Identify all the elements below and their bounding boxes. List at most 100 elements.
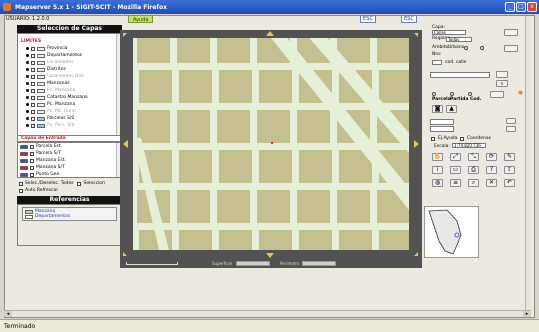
layers-icon[interactable]: ≡	[450, 179, 461, 187]
layer-row[interactable]: Catastro Manzana	[18, 94, 121, 101]
layer-row[interactable]: Parcelas S/S	[18, 115, 121, 122]
pan-icon[interactable]: ✋	[432, 153, 443, 161]
radio-parcela[interactable]	[432, 92, 436, 96]
layer-row[interactable]: Pc. Mz. Rural	[18, 108, 121, 115]
layer-checkbox[interactable]	[31, 102, 35, 107]
help-button[interactable]: Ayuda	[128, 15, 154, 23]
layer-row[interactable]: Pc. Manzana	[18, 87, 121, 94]
scroll-left-icon[interactable]: ◂	[4, 311, 12, 317]
coords-search-button[interactable]	[496, 71, 508, 78]
export-icon[interactable]: ⇪	[504, 166, 515, 174]
pan-sw-arrow[interactable]	[123, 252, 127, 256]
pan-south-arrow[interactable]	[266, 253, 274, 258]
layer-visibility-icon[interactable]	[26, 68, 29, 71]
layer-checkbox[interactable]	[31, 74, 35, 79]
pan-se-arrow[interactable]	[414, 252, 418, 256]
layer-row[interactable]: Provincia	[18, 45, 121, 52]
layer-row[interactable]: Pc. Parc. S/S	[18, 122, 121, 129]
layer-checkbox[interactable]	[31, 53, 35, 58]
layer-row[interactable]: Localidades	[18, 59, 121, 66]
query-icon[interactable]: ⌕	[468, 179, 479, 187]
extra-layer-checkbox[interactable]	[30, 151, 34, 156]
region-select[interactable]: Todas	[446, 37, 472, 42]
scale-select[interactable]: 1:74.820.736	[452, 143, 486, 148]
zoom-orange-icon[interactable]	[518, 90, 523, 95]
ambito-radio-1[interactable]	[464, 46, 468, 50]
select-all-checkbox[interactable]	[19, 181, 23, 186]
zoom-out-icon[interactable]: ⤡	[468, 153, 479, 161]
esc-button-1[interactable]: ESC	[360, 15, 376, 23]
ambito-go-button[interactable]	[504, 45, 518, 52]
coords-input[interactable]	[430, 72, 490, 78]
layer-visibility-icon[interactable]	[26, 47, 29, 50]
map-canvas[interactable]	[133, 38, 409, 250]
identify-icon[interactable]: ?	[486, 166, 497, 174]
extra-layer-row[interactable]: Punto Gen.	[18, 171, 121, 178]
overlap-button[interactable]	[506, 118, 516, 124]
radio-partida[interactable]	[450, 92, 454, 96]
auto-refresh-checkbox[interactable]	[19, 188, 23, 193]
pan-west-arrow[interactable]	[123, 140, 128, 148]
layer-checkbox[interactable]	[31, 81, 35, 86]
minimize-button[interactable]: _	[505, 2, 515, 12]
measure-icon[interactable]: ✎	[504, 153, 515, 161]
layer-color-icon[interactable]: ▲	[446, 105, 457, 113]
ambito-radio-2[interactable]	[480, 46, 484, 50]
zoom-in-icon[interactable]: ⤢	[450, 153, 461, 161]
overlap-checkbox[interactable]	[431, 137, 435, 141]
layer-visibility-icon[interactable]	[26, 75, 29, 78]
layer-row[interactable]: Distritos	[18, 66, 121, 73]
globe-icon[interactable]: ◍	[432, 179, 443, 187]
layer-visibility-icon[interactable]	[26, 110, 29, 113]
maximize-button[interactable]: □	[516, 2, 526, 12]
layer-checkbox[interactable]	[31, 46, 35, 51]
camera-icon[interactable]: ◙	[432, 105, 443, 113]
layer-visibility-icon[interactable]	[26, 54, 29, 57]
info-icon[interactable]: i	[432, 166, 443, 174]
layer-checkbox[interactable]	[31, 60, 35, 65]
layer-visibility-icon[interactable]	[26, 82, 29, 85]
refresh-icon[interactable]: ⟳	[486, 153, 497, 161]
select-icon[interactable]: ▭	[450, 166, 461, 174]
coord-checkbox[interactable]	[460, 137, 464, 141]
layer-select[interactable]: Calles	[432, 30, 466, 35]
print-icon[interactable]: ⎙	[468, 166, 479, 174]
overlap-input-2[interactable]	[430, 126, 454, 132]
layer-checkbox[interactable]	[31, 67, 35, 72]
vertical-scrollbar[interactable]	[525, 16, 531, 310]
radio-cod[interactable]	[468, 92, 472, 96]
extra-layer-row[interactable]: Parcela S/T	[18, 150, 121, 157]
horizontal-scrollbar[interactable]: ◂ ▸	[4, 310, 531, 317]
overlap-button-2[interactable]	[506, 126, 516, 132]
esc-button-2[interactable]: ESC	[401, 15, 417, 23]
layer-checkbox[interactable]	[31, 95, 35, 100]
layer-checkbox[interactable]	[31, 123, 35, 128]
clear-icon[interactable]: ✕	[486, 179, 497, 187]
scroll-right-icon[interactable]: ▸	[523, 311, 531, 317]
overview-map[interactable]	[424, 206, 479, 258]
pan-ne-arrow[interactable]	[414, 33, 418, 37]
pan-east-arrow[interactable]	[414, 140, 419, 148]
extra-layer-checkbox[interactable]	[30, 158, 34, 163]
layer-row[interactable]: Manzanas	[18, 80, 121, 87]
overlap-input[interactable]	[430, 119, 454, 125]
extra-layer-checkbox[interactable]	[30, 172, 34, 177]
apply-checkbox[interactable]	[77, 181, 82, 186]
extra-layer-checkbox[interactable]	[30, 165, 34, 170]
coords-clear-button[interactable]: x	[496, 80, 508, 87]
extra-layer-row[interactable]: Manzana Est.	[18, 157, 121, 164]
layer-visibility-icon[interactable]	[26, 124, 29, 127]
layer-checkbox[interactable]	[31, 116, 35, 121]
layer-visibility-icon[interactable]	[26, 96, 29, 99]
pan-north-arrow[interactable]	[266, 31, 274, 36]
layer-checkbox[interactable]	[31, 88, 35, 93]
layer-visibility-icon[interactable]	[26, 89, 29, 92]
radio-go-button[interactable]	[490, 91, 504, 98]
close-button[interactable]: x	[527, 2, 537, 12]
extra-layer-checkbox[interactable]	[30, 144, 34, 149]
nro-select[interactable]	[432, 60, 442, 65]
layer-checkbox[interactable]	[31, 109, 35, 114]
undo-icon[interactable]: ↶	[504, 179, 515, 187]
extra-layer-row[interactable]: Manzana S/T	[18, 164, 121, 171]
layer-row[interactable]: Pc. Manzana	[18, 101, 121, 108]
